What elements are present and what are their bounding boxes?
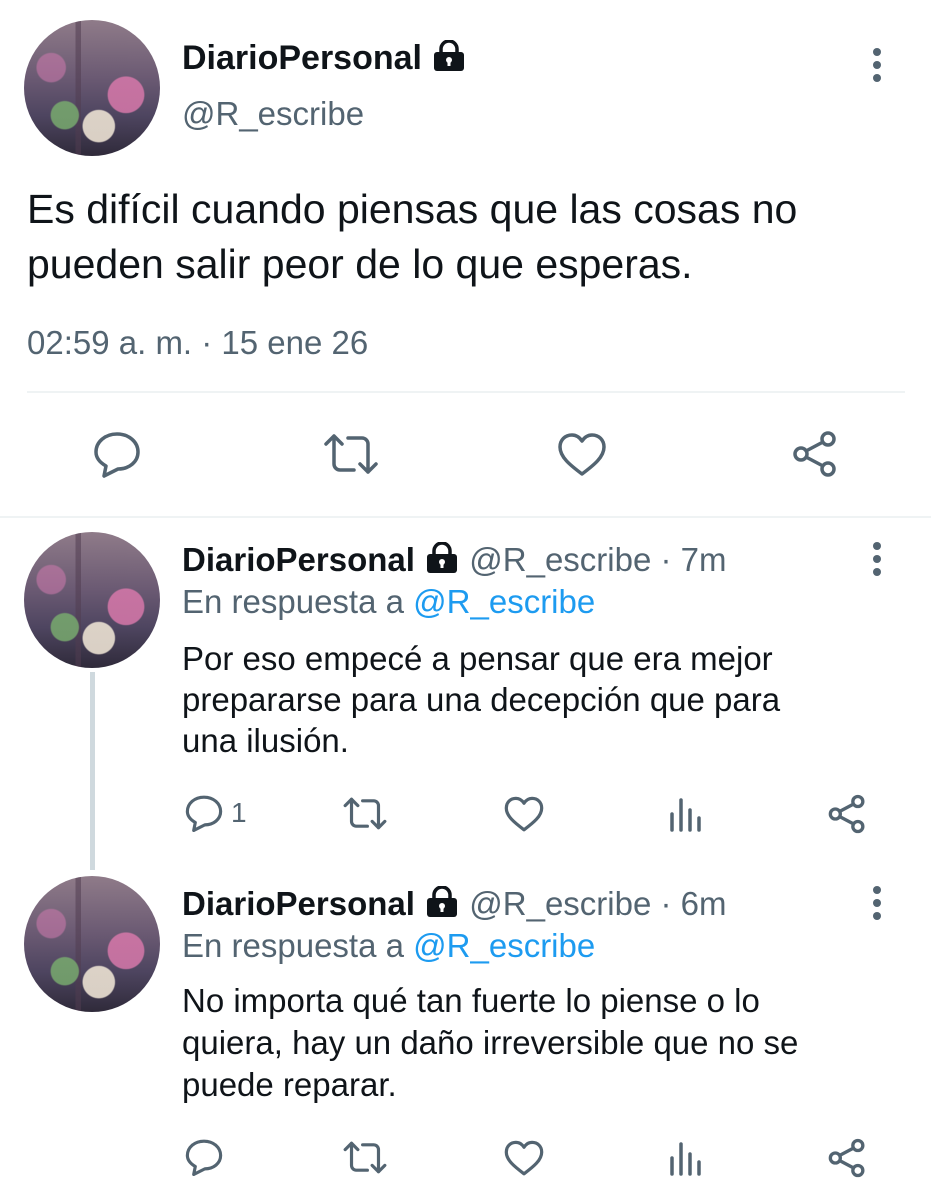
share-icon[interactable] — [790, 430, 840, 478]
reply-text: No importa qué tan fuerte lo piense o lo… — [182, 980, 798, 1106]
analytics-icon[interactable] — [668, 796, 704, 832]
share-icon[interactable] — [826, 1138, 868, 1178]
lock-icon — [424, 885, 460, 927]
reply-text-line: puede reparar. — [182, 1066, 397, 1103]
analytics-icon[interactable] — [668, 1140, 704, 1176]
reply-count: 1 — [231, 797, 247, 828]
reply-header[interactable]: DiarioPersonal @R_escribe · 6m — [182, 884, 727, 927]
divider — [27, 391, 905, 393]
reply-header[interactable]: DiarioPersonal @R_escribe · 7m — [182, 540, 727, 583]
display-name[interactable]: DiarioPersonal — [182, 39, 422, 77]
tweet-text-line: Es difícil cuando piensas que las cosas … — [27, 186, 798, 232]
more-options-icon[interactable] — [872, 542, 882, 581]
avatar[interactable] — [24, 532, 160, 668]
thread-line — [90, 672, 95, 870]
display-name[interactable]: DiarioPersonal — [182, 885, 415, 922]
tweet-text-line: pueden salir peor de lo que esperas. — [27, 241, 693, 287]
reply-text-line: prepararse para una decepción que para — [182, 681, 781, 718]
avatar[interactable] — [24, 876, 160, 1012]
retweet-icon[interactable] — [342, 1140, 388, 1175]
like-icon[interactable] — [503, 1140, 545, 1177]
handle-time[interactable]: @R_escribe · 6m — [469, 885, 726, 922]
handle-time[interactable]: @R_escribe · 7m — [469, 541, 726, 578]
tweet-text: Es difícil cuando piensas que las cosas … — [27, 182, 797, 292]
reply-text-line: Por eso empecé a pensar que era mejor — [182, 640, 773, 677]
reply-context: En respuesta a @R_escribe — [182, 926, 595, 966]
handle[interactable]: @R_escribe — [182, 94, 364, 134]
reply-to-link[interactable]: @R_escribe — [413, 927, 595, 964]
more-options-icon[interactable] — [872, 48, 882, 87]
reply-icon[interactable] — [184, 1138, 224, 1176]
reply-icon[interactable] — [92, 430, 142, 478]
like-icon[interactable] — [556, 432, 608, 478]
reply-prefix: En respuesta a — [182, 583, 404, 620]
reply-icon[interactable] — [184, 794, 224, 832]
main-author[interactable]: DiarioPersonal — [182, 38, 467, 78]
reply-prefix: En respuesta a — [182, 927, 404, 964]
section-divider — [0, 516, 931, 518]
reply-context: En respuesta a @R_escribe — [182, 582, 595, 622]
share-icon[interactable] — [826, 794, 868, 834]
reply-text: Por eso empecé a pensar que era mejor pr… — [182, 638, 780, 761]
reply-text-line: una ilusión. — [182, 722, 349, 759]
reply-text-line: No importa qué tan fuerte lo piense o lo — [182, 982, 760, 1019]
timestamp[interactable]: 02:59 a. m. · 15 ene 26 — [27, 322, 368, 364]
retweet-icon[interactable] — [342, 796, 388, 831]
like-icon[interactable] — [503, 796, 545, 833]
lock-icon — [431, 38, 467, 81]
reply-text-line: quiera, hay un daño irreversible que no … — [182, 1024, 799, 1061]
reply-to-link[interactable]: @R_escribe — [413, 583, 595, 620]
lock-icon — [424, 541, 460, 583]
avatar[interactable] — [24, 20, 160, 156]
more-options-icon[interactable] — [872, 886, 882, 925]
display-name[interactable]: DiarioPersonal — [182, 541, 415, 578]
retweet-icon[interactable] — [322, 432, 380, 476]
